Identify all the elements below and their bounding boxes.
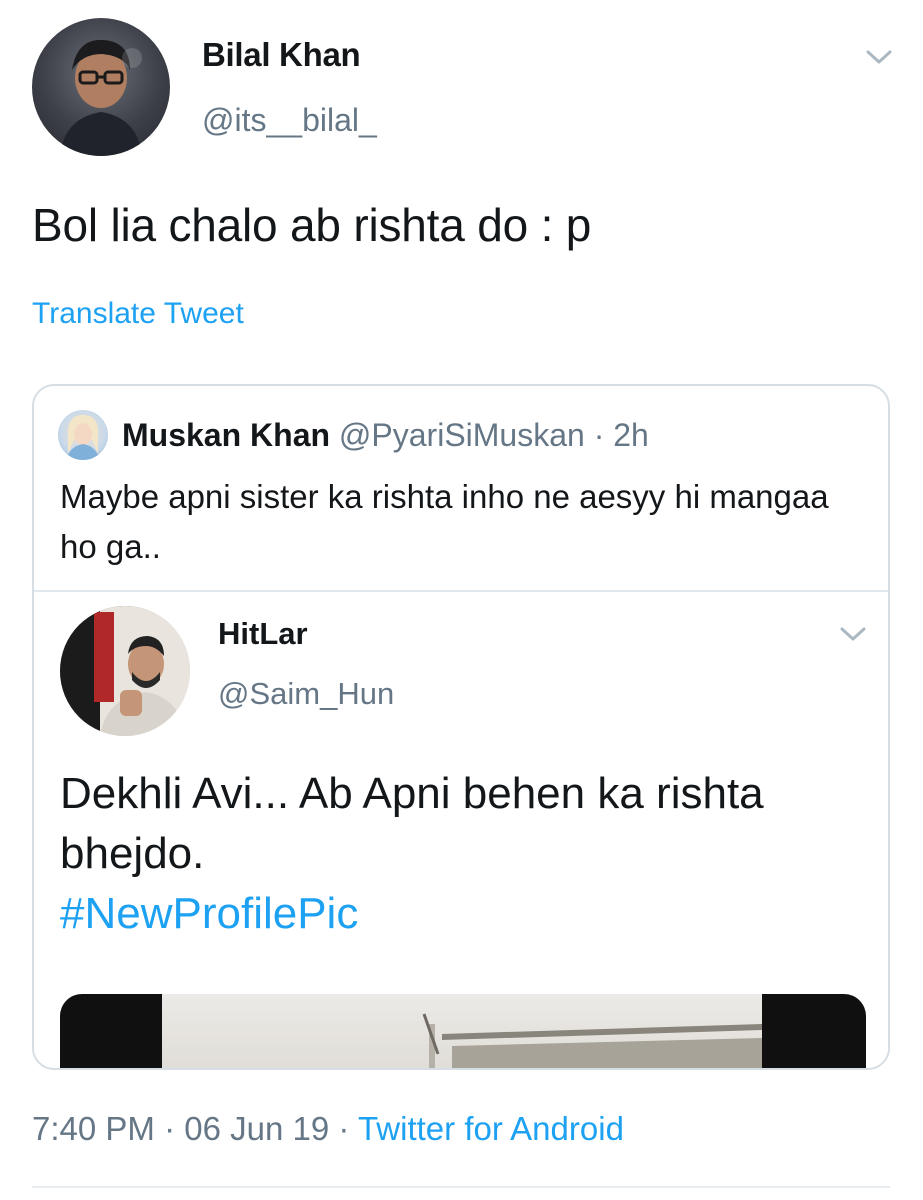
embedded-author-avatar [60,606,190,736]
embedded-media-image [60,994,866,1068]
chevron-down-icon [840,627,866,641]
quoted-time[interactable]: 2h [613,417,649,453]
author-name[interactable]: Bilal Khan [202,36,361,74]
embedded-author-name: HitLar [218,616,308,651]
tweet-date: 06 Jun 19 [184,1110,330,1147]
embedded-author-handle: @Saim_Hun [218,676,395,711]
quoted-author-name[interactable]: Muskan Khan [122,417,330,453]
avatar-photo [60,606,190,736]
embedded-media-photo [162,994,762,1068]
quoted-media-image[interactable]: HitLar @Saim_Hun Dekhli Avi... Ab Apni b… [34,590,888,1068]
tweet-time: 7:40 PM [32,1110,155,1147]
photo-content [422,1013,762,1068]
avatar-photo [66,414,100,460]
embedded-hashtag: #NewProfilePic [60,889,359,938]
author-handle[interactable]: @its__bilal_ [202,102,377,139]
quoted-author-handle[interactable]: @PyariSiMuskan [339,417,585,453]
quoted-author-avatar[interactable] [58,410,108,460]
embedded-text: Dekhli Avi... Ab Apni behen ka rishta bh… [60,769,764,878]
quoted-tweet-card[interactable]: Muskan Khan @PyariSiMuskan · 2h Maybe ap… [32,384,890,1070]
tweet-source-link[interactable]: Twitter for Android [358,1110,624,1147]
quoted-text: Maybe apni sister ka rishta inho ne aesy… [60,478,829,565]
chevron-down-icon[interactable] [866,49,892,65]
avatar-photo [60,39,142,156]
metadata-separator: · [338,1110,350,1147]
divider [32,1186,890,1188]
tweet-text: Bol lia chalo ab rishta do : p [32,199,592,251]
quoted-header: Muskan Khan @PyariSiMuskan · 2h [122,417,649,454]
author-avatar[interactable] [32,18,170,156]
quoted-separator: · [593,417,605,453]
metadata-separator: · [164,1110,176,1147]
tweet-metadata: 7:40 PM · 06 Jun 19 · Twitter for Androi… [32,1110,624,1148]
translate-tweet-link[interactable]: Translate Tweet [32,297,244,331]
embedded-tweet-text: Dekhli Avi... Ab Apni behen ka rishta bh… [60,764,860,944]
